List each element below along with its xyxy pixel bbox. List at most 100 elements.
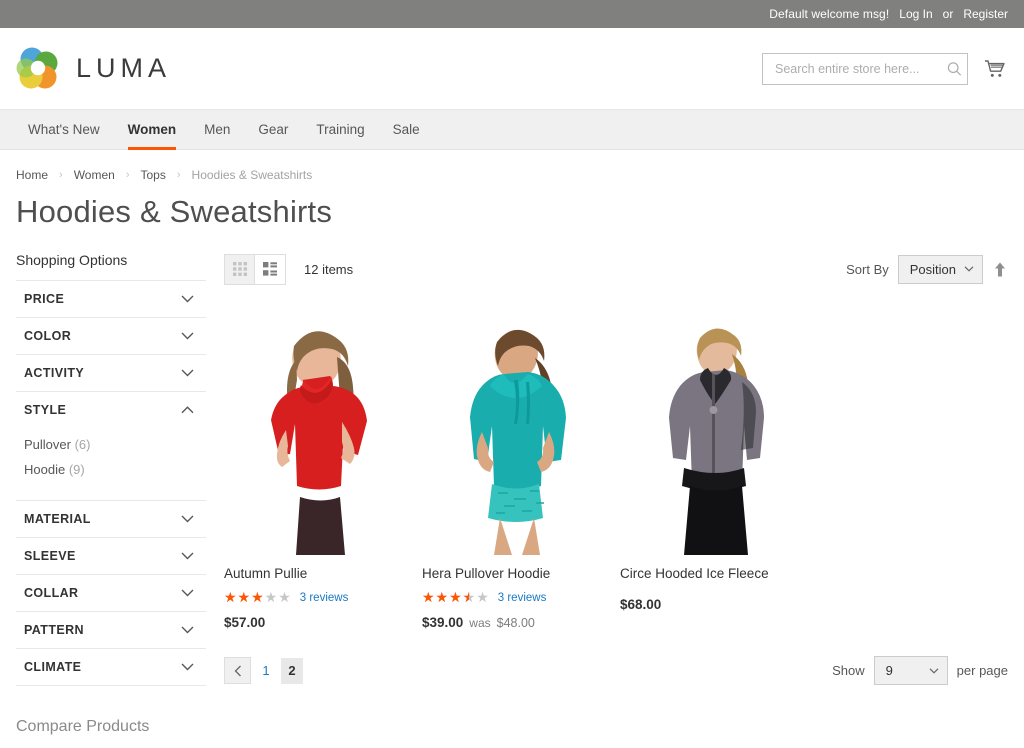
filter-group-color: COLOR — [16, 317, 206, 354]
product-name-link[interactable]: Circe Hooded Ice Fleece — [620, 565, 818, 583]
rating-stars-filled: ★★★★★ — [224, 590, 265, 605]
rating-stars: ★★★★★★★★★★ — [224, 591, 292, 605]
nav-item-women[interactable]: Women — [114, 110, 191, 150]
product-name-link[interactable]: Autumn Pullie — [224, 565, 422, 583]
product-list-column: 12 items Sort By Position Autumn Pullie … — [216, 252, 1008, 686]
filter-group-style: STYLE Pullover (6) Hoodie (9) — [16, 391, 206, 500]
chevron-up-icon — [181, 406, 194, 414]
breadcrumb: Home › Women › Tops › Hoodies & Sweatshirts — [16, 150, 1008, 188]
compare-products-title: Compare Products — [16, 718, 150, 735]
chevron-down-icon — [181, 552, 194, 560]
product-image[interactable] — [620, 302, 805, 555]
filter-label: MATERIAL — [24, 512, 91, 526]
price-final: $68.00 — [620, 596, 662, 612]
minicart-icon[interactable] — [982, 57, 1008, 81]
page-size-select[interactable]: 9 — [873, 656, 948, 686]
filter-group-price: PRICE — [16, 280, 206, 317]
breadcrumb-item-home[interactable]: Home — [16, 168, 48, 182]
product-toolbar-bottom: 12 Show 9 per page — [224, 656, 1008, 686]
filter-label: COLOR — [24, 329, 72, 343]
product-rating: ★★★★★★★★★★ 3 reviews — [422, 591, 620, 605]
rating-stars-filled: ★★★★★ — [422, 590, 469, 605]
product-image[interactable] — [224, 302, 409, 555]
filter-toggle-pattern[interactable]: PATTERN — [16, 612, 206, 648]
filter-label: STYLE — [24, 403, 67, 417]
sort-by-label: Sort By — [846, 261, 889, 277]
mode-list-button[interactable] — [255, 254, 285, 284]
sort-by-select[interactable]: Position — [897, 254, 983, 284]
log-in-link[interactable]: Log In — [899, 7, 932, 21]
pagination-previous-button[interactable] — [224, 657, 251, 685]
breadcrumb-separator: › — [59, 169, 63, 181]
product-price: $57.00 — [224, 615, 422, 630]
nav-item-men[interactable]: Men — [190, 110, 244, 149]
product-toolbar-top: 12 items Sort By Position — [224, 252, 1008, 286]
pagination-page-2: 2 — [281, 657, 303, 684]
login-separator: or — [942, 7, 954, 21]
filter-toggle-color[interactable]: COLOR — [16, 318, 206, 354]
search-box — [762, 52, 968, 85]
page-size-value: 9 — [885, 663, 893, 679]
show-label: Show — [832, 663, 865, 679]
luma-flower-logo-icon — [16, 46, 62, 92]
filter-toggle-sleeve[interactable]: SLEEVE — [16, 538, 206, 574]
chevron-down-icon — [181, 515, 194, 523]
filter-options-list: PRICE COLOR ACTIVITY STYLE Pullover (6) Hoodi… — [16, 280, 206, 686]
logo-link[interactable]: LUMA — [16, 46, 171, 92]
price-final: $39.00 — [422, 614, 464, 630]
filter-items: Pullover (6) Hoodie (9) — [16, 428, 206, 500]
nav-item-training[interactable]: Training — [302, 110, 378, 149]
filter-group-climate: CLIMATE — [16, 648, 206, 686]
filter-item-label: Hoodie — [24, 462, 66, 477]
nav-item-sale[interactable]: Sale — [379, 110, 434, 149]
view-mode-switcher — [224, 253, 286, 285]
price-old: $48.00 — [496, 615, 535, 630]
filter-group-collar: COLLAR — [16, 574, 206, 611]
breadcrumb-separator: › — [176, 169, 181, 181]
filter-toggle-material[interactable]: MATERIAL — [16, 501, 206, 537]
filter-toggle-climate[interactable]: CLIMATE — [16, 649, 206, 685]
rating-stars: ★★★★★★★★★★ — [422, 591, 490, 605]
per-page-label: per page — [956, 663, 1008, 679]
filter-item-hoodie[interactable]: Hoodie (9) — [24, 457, 206, 482]
product-rating: ★★★★★★★★★★ 3 reviews — [224, 591, 422, 605]
main-navigation: What's New Women Men Gear Training Sale — [0, 109, 1024, 150]
filter-label: COLLAR — [24, 586, 79, 600]
product-reviews-link[interactable]: 3 reviews — [498, 592, 547, 604]
breadcrumb-item-women[interactable]: Women — [74, 168, 115, 182]
filter-label: SLEEVE — [24, 549, 76, 563]
site-header: LUMA — [0, 28, 1024, 109]
chevron-down-icon — [929, 667, 939, 674]
sidebar-filters: Shopping Options PRICE COLOR ACTIVITY STYLE… — [16, 252, 216, 736]
filter-item-pullover[interactable]: Pullover (6) — [24, 432, 206, 457]
nav-item-gear[interactable]: Gear — [244, 110, 302, 149]
arrow-up-icon[interactable] — [992, 260, 1008, 279]
product-item[interactable]: Autumn Pullie ★★★★★★★★★★ 3 reviews $57.00 — [224, 302, 422, 630]
product-item[interactable]: Circe Hooded Ice Fleece $68.00 — [620, 302, 818, 630]
filter-toggle-activity[interactable]: ACTIVITY — [16, 355, 206, 391]
top-panel-links: Default welcome msg! Log In or Register — [769, 7, 1008, 21]
page-title: Hoodies & Sweatshirts — [16, 194, 333, 229]
chevron-down-icon — [181, 626, 194, 634]
search-icon[interactable] — [947, 61, 962, 76]
logo-text: LUMA — [76, 53, 172, 83]
search-input[interactable] — [762, 52, 968, 85]
nav-item-what-s-new[interactable]: What's New — [14, 110, 114, 149]
product-price: $68.00 — [620, 597, 818, 612]
chevron-down-icon — [181, 369, 194, 377]
top-panel: Default welcome msg! Log In or Register — [0, 0, 1024, 28]
welcome-message: Default welcome msg! — [769, 7, 890, 21]
register-link[interactable]: Register — [963, 7, 1008, 21]
product-name-link[interactable]: Hera Pullover Hoodie — [422, 565, 620, 583]
product-reviews-link[interactable]: 3 reviews — [300, 592, 349, 604]
filter-toggle-collar[interactable]: COLLAR — [16, 575, 206, 611]
price-final: $57.00 — [224, 614, 266, 630]
breadcrumb-item-tops[interactable]: Tops — [141, 168, 166, 182]
filter-toggle-style[interactable]: STYLE — [16, 392, 206, 428]
pagination-page-1[interactable]: 1 — [255, 658, 277, 684]
product-item[interactable]: Hera Pullover Hoodie ★★★★★★★★★★ 3 reviews $… — [422, 302, 620, 630]
filter-toggle-price[interactable]: PRICE — [16, 281, 206, 317]
sort-by-value: Position — [909, 261, 956, 277]
product-image[interactable] — [422, 302, 607, 555]
mode-grid-button[interactable] — [225, 254, 255, 284]
